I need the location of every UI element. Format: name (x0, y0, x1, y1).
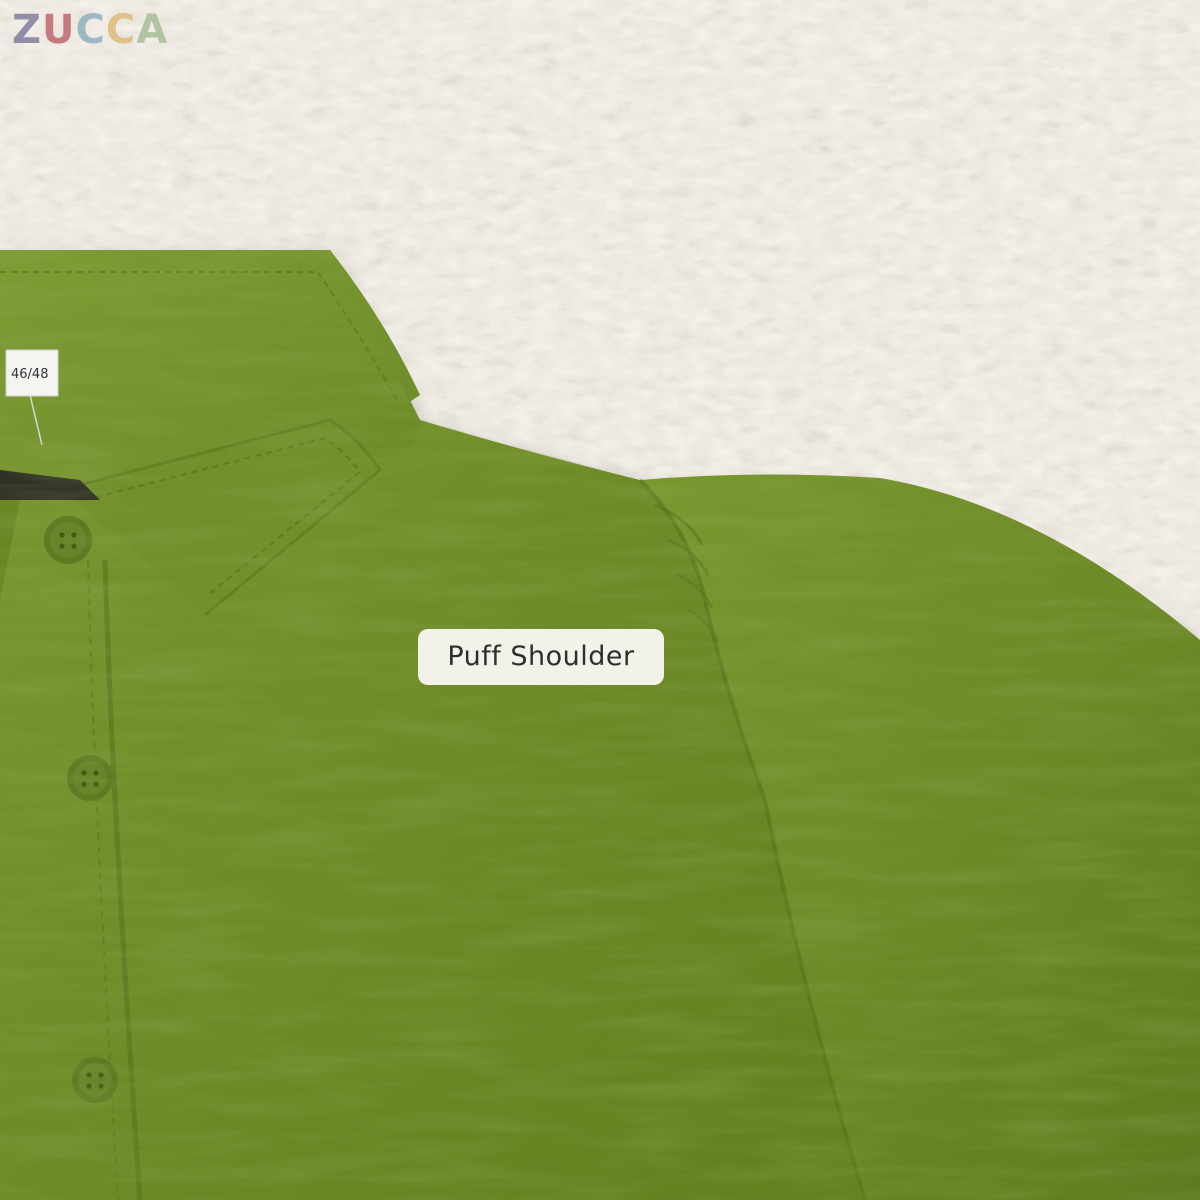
brand-logo-letter: C (75, 7, 106, 53)
green-shirt: 46/48 (0, 250, 1200, 1200)
brand-logo: ZUCCA (12, 6, 168, 54)
brand-logo-letter: Z (12, 7, 43, 53)
brand-logo-letter: A (136, 7, 169, 53)
puff-shoulder-label: Puff Shoulder (418, 629, 664, 685)
brand-logo-letter: C (105, 7, 137, 53)
product-photo: 46/48 ZUCCA Puff Shoulder (0, 0, 1200, 1200)
size-tag-text: 46/48 (11, 367, 48, 382)
brand-logo-letter: U (42, 7, 76, 53)
